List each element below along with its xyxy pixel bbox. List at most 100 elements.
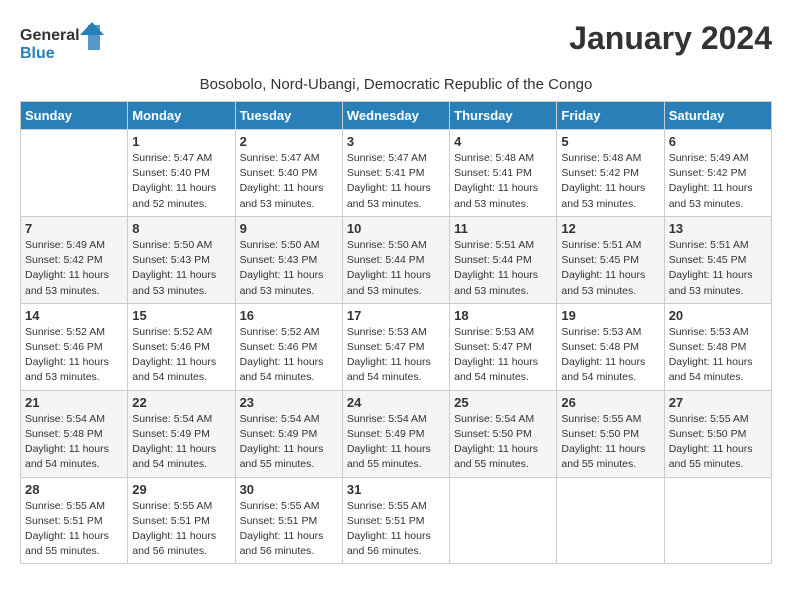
calendar-cell: 5Sunrise: 5:48 AM Sunset: 5:42 PM Daylig… bbox=[557, 130, 664, 217]
calendar-cell: 15Sunrise: 5:52 AM Sunset: 5:46 PM Dayli… bbox=[128, 303, 235, 390]
header-thursday: Thursday bbox=[450, 102, 557, 130]
main-title: January 2024 bbox=[569, 20, 772, 57]
day-number: 27 bbox=[669, 395, 767, 410]
day-info: Sunrise: 5:55 AM Sunset: 5:51 PM Dayligh… bbox=[347, 499, 445, 560]
day-info: Sunrise: 5:53 AM Sunset: 5:48 PM Dayligh… bbox=[669, 325, 767, 386]
day-number: 5 bbox=[561, 134, 659, 149]
day-number: 4 bbox=[454, 134, 552, 149]
day-number: 21 bbox=[25, 395, 123, 410]
calendar-cell: 1Sunrise: 5:47 AM Sunset: 5:40 PM Daylig… bbox=[128, 130, 235, 217]
calendar-cell: 29 Sunrise: 5:55 AM Sunset: 5:51 PM Dayli… bbox=[128, 477, 235, 564]
subtitle: Bosobolo, Nord-Ubangi, Democratic Republ… bbox=[20, 76, 772, 93]
calendar-cell: 27 Sunrise: 5:55 AM Sunset: 5:50 PM Dayli… bbox=[664, 390, 771, 477]
day-number: 11 bbox=[454, 221, 552, 236]
day-info: Sunrise: 5:55 AM Sunset: 5:51 PM Dayligh… bbox=[25, 499, 123, 560]
day-info: Sunrise: 5:52 AM Sunset: 5:46 PM Dayligh… bbox=[132, 325, 230, 386]
calendar-cell: 26 Sunrise: 5:55 AM Sunset: 5:50 PM Dayli… bbox=[557, 390, 664, 477]
day-info: Sunrise: 5:53 AM Sunset: 5:47 PM Dayligh… bbox=[454, 325, 552, 386]
day-number: 26 bbox=[561, 395, 659, 410]
calendar-cell: 24 Sunrise: 5:54 AM Sunset: 5:49 PM Dayli… bbox=[342, 390, 449, 477]
calendar-cell bbox=[664, 477, 771, 564]
week-row-0: 1Sunrise: 5:47 AM Sunset: 5:40 PM Daylig… bbox=[21, 130, 772, 217]
calendar-cell: 16 Sunrise: 5:52 AM Sunset: 5:46 PM Dayli… bbox=[235, 303, 342, 390]
week-row-1: 7Sunrise: 5:49 AM Sunset: 5:42 PM Daylig… bbox=[21, 216, 772, 303]
day-info: Sunrise: 5:55 AM Sunset: 5:51 PM Dayligh… bbox=[132, 499, 230, 560]
day-info: Sunrise: 5:49 AM Sunset: 5:42 PM Dayligh… bbox=[669, 151, 767, 212]
day-number: 9 bbox=[240, 221, 338, 236]
day-info: Sunrise: 5:51 AM Sunset: 5:45 PM Dayligh… bbox=[561, 238, 659, 299]
calendar-cell: 18 Sunrise: 5:53 AM Sunset: 5:47 PM Dayli… bbox=[450, 303, 557, 390]
day-number: 12 bbox=[561, 221, 659, 236]
header-saturday: Saturday bbox=[664, 102, 771, 130]
logo-graphic: General Blue bbox=[20, 20, 110, 70]
day-number: 17 bbox=[347, 308, 445, 323]
calendar-cell: 11 Sunrise: 5:51 AM Sunset: 5:44 PM Dayli… bbox=[450, 216, 557, 303]
day-number: 18 bbox=[454, 308, 552, 323]
day-info: Sunrise: 5:54 AM Sunset: 5:49 PM Dayligh… bbox=[240, 412, 338, 473]
day-number: 10 bbox=[347, 221, 445, 236]
week-row-2: 14 Sunrise: 5:52 AM Sunset: 5:46 PM Dayli… bbox=[21, 303, 772, 390]
day-info: Sunrise: 5:51 AM Sunset: 5:44 PM Dayligh… bbox=[454, 238, 552, 299]
calendar-cell: 7Sunrise: 5:49 AM Sunset: 5:42 PM Daylig… bbox=[21, 216, 128, 303]
calendar-table: SundayMondayTuesdayWednesdayThursdayFrid… bbox=[20, 101, 772, 564]
calendar-cell: 9 Sunrise: 5:50 AM Sunset: 5:43 PM Daylig… bbox=[235, 216, 342, 303]
header-sunday: Sunday bbox=[21, 102, 128, 130]
day-number: 6 bbox=[669, 134, 767, 149]
day-number: 8 bbox=[132, 221, 230, 236]
calendar-cell: 10 Sunrise: 5:50 AM Sunset: 5:44 PM Dayli… bbox=[342, 216, 449, 303]
calendar-cell: 31 Sunrise: 5:55 AM Sunset: 5:51 PM Dayli… bbox=[342, 477, 449, 564]
day-info: Sunrise: 5:50 AM Sunset: 5:43 PM Dayligh… bbox=[132, 238, 230, 299]
day-info: Sunrise: 5:54 AM Sunset: 5:50 PM Dayligh… bbox=[454, 412, 552, 473]
header-friday: Friday bbox=[557, 102, 664, 130]
svg-text:Blue: Blue bbox=[20, 45, 55, 62]
calendar-cell: 12 Sunrise: 5:51 AM Sunset: 5:45 PM Dayli… bbox=[557, 216, 664, 303]
day-number: 14 bbox=[25, 308, 123, 323]
svg-text:General: General bbox=[20, 27, 80, 44]
day-number: 31 bbox=[347, 482, 445, 497]
day-number: 7 bbox=[25, 221, 123, 236]
day-info: Sunrise: 5:54 AM Sunset: 5:48 PM Dayligh… bbox=[25, 412, 123, 473]
calendar-cell: 20 Sunrise: 5:53 AM Sunset: 5:48 PM Dayli… bbox=[664, 303, 771, 390]
header-wednesday: Wednesday bbox=[342, 102, 449, 130]
day-number: 30 bbox=[240, 482, 338, 497]
calendar-cell: 14 Sunrise: 5:52 AM Sunset: 5:46 PM Dayli… bbox=[21, 303, 128, 390]
calendar-cell: 22 Sunrise: 5:54 AM Sunset: 5:49 PM Dayli… bbox=[128, 390, 235, 477]
day-info: Sunrise: 5:55 AM Sunset: 5:51 PM Dayligh… bbox=[240, 499, 338, 560]
day-info: Sunrise: 5:54 AM Sunset: 5:49 PM Dayligh… bbox=[347, 412, 445, 473]
calendar-cell: 19Sunrise: 5:53 AM Sunset: 5:48 PM Dayli… bbox=[557, 303, 664, 390]
day-number: 1 bbox=[132, 134, 230, 149]
day-number: 20 bbox=[669, 308, 767, 323]
calendar-cell: 23Sunrise: 5:54 AM Sunset: 5:49 PM Dayli… bbox=[235, 390, 342, 477]
calendar-cell: 3Sunrise: 5:47 AM Sunset: 5:41 PM Daylig… bbox=[342, 130, 449, 217]
day-info: Sunrise: 5:50 AM Sunset: 5:44 PM Dayligh… bbox=[347, 238, 445, 299]
day-info: Sunrise: 5:47 AM Sunset: 5:41 PM Dayligh… bbox=[347, 151, 445, 212]
calendar-cell: 30 Sunrise: 5:55 AM Sunset: 5:51 PM Dayli… bbox=[235, 477, 342, 564]
header-tuesday: Tuesday bbox=[235, 102, 342, 130]
day-number: 16 bbox=[240, 308, 338, 323]
day-info: Sunrise: 5:52 AM Sunset: 5:46 PM Dayligh… bbox=[25, 325, 123, 386]
day-number: 2 bbox=[240, 134, 338, 149]
day-info: Sunrise: 5:55 AM Sunset: 5:50 PM Dayligh… bbox=[669, 412, 767, 473]
day-info: Sunrise: 5:54 AM Sunset: 5:49 PM Dayligh… bbox=[132, 412, 230, 473]
day-info: Sunrise: 5:53 AM Sunset: 5:48 PM Dayligh… bbox=[561, 325, 659, 386]
week-row-3: 21 Sunrise: 5:54 AM Sunset: 5:48 PM Dayli… bbox=[21, 390, 772, 477]
calendar-cell: 2Sunrise: 5:47 AM Sunset: 5:40 PM Daylig… bbox=[235, 130, 342, 217]
day-number: 29 bbox=[132, 482, 230, 497]
day-info: Sunrise: 5:52 AM Sunset: 5:46 PM Dayligh… bbox=[240, 325, 338, 386]
calendar-cell: 13Sunrise: 5:51 AM Sunset: 5:45 PM Dayli… bbox=[664, 216, 771, 303]
day-number: 24 bbox=[347, 395, 445, 410]
day-number: 25 bbox=[454, 395, 552, 410]
day-number: 22 bbox=[132, 395, 230, 410]
day-info: Sunrise: 5:48 AM Sunset: 5:41 PM Dayligh… bbox=[454, 151, 552, 212]
calendar-cell: 4 Sunrise: 5:48 AM Sunset: 5:41 PM Daylig… bbox=[450, 130, 557, 217]
calendar-cell bbox=[450, 477, 557, 564]
calendar-cell bbox=[557, 477, 664, 564]
logo: General Blue bbox=[20, 20, 110, 70]
header-monday: Monday bbox=[128, 102, 235, 130]
calendar-cell: 8 Sunrise: 5:50 AM Sunset: 5:43 PM Daylig… bbox=[128, 216, 235, 303]
calendar-cell: 6 Sunrise: 5:49 AM Sunset: 5:42 PM Daylig… bbox=[664, 130, 771, 217]
title-area: January 2024 bbox=[569, 20, 772, 57]
day-info: Sunrise: 5:51 AM Sunset: 5:45 PM Dayligh… bbox=[669, 238, 767, 299]
day-info: Sunrise: 5:55 AM Sunset: 5:50 PM Dayligh… bbox=[561, 412, 659, 473]
day-info: Sunrise: 5:50 AM Sunset: 5:43 PM Dayligh… bbox=[240, 238, 338, 299]
